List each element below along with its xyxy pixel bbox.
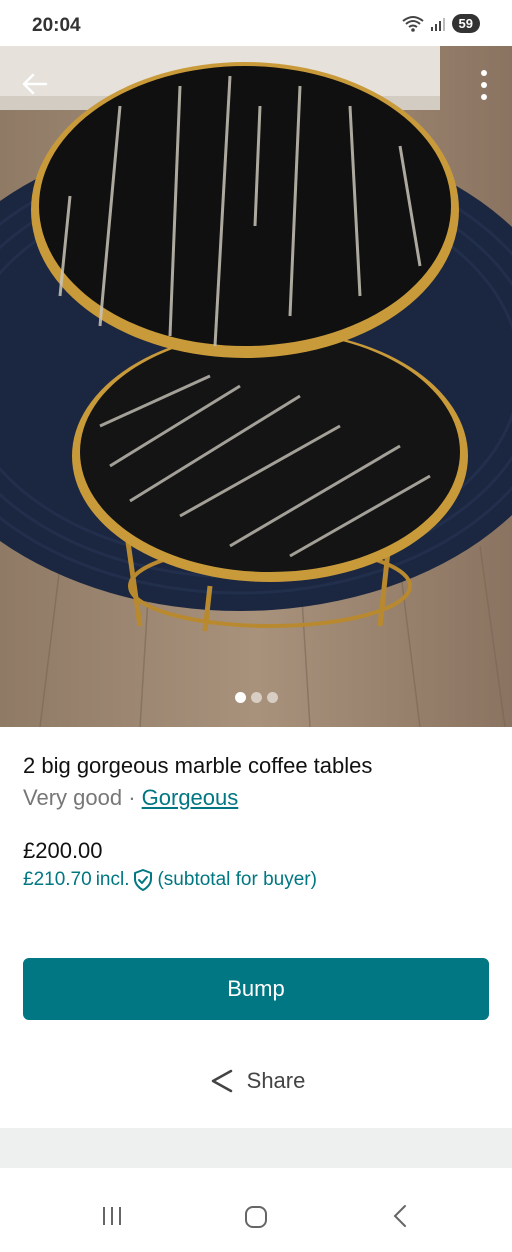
listing-title: 2 big gorgeous marble coffee tables bbox=[23, 753, 373, 778]
share-icon bbox=[211, 1069, 232, 1093]
coffee-tables-image bbox=[0, 46, 512, 727]
buyer-price-line[interactable]: £210.70 incl. (subtotal for buyer) bbox=[23, 869, 317, 891]
brand-link[interactable]: Gorgeous bbox=[142, 785, 239, 810]
condition-label: Very good bbox=[23, 785, 123, 810]
back-nav-icon[interactable] bbox=[388, 1204, 412, 1228]
buyer-price: £210.70 bbox=[23, 869, 92, 890]
status-bar: 20:04 59 bbox=[0, 0, 512, 46]
buyer-incl: incl. bbox=[95, 869, 130, 890]
carousel-dot[interactable] bbox=[234, 692, 246, 703]
more-vert-icon[interactable] bbox=[476, 68, 492, 102]
carousel-indicator bbox=[0, 692, 512, 703]
share-label: Share bbox=[246, 1068, 306, 1093]
status-time: 20:04 bbox=[32, 15, 81, 36]
share-button[interactable]: Share bbox=[0, 1066, 512, 1096]
battery-badge: 59 bbox=[451, 14, 480, 33]
bump-button[interactable]: Bump bbox=[23, 958, 489, 1020]
listing-price: £200.00 bbox=[23, 838, 103, 863]
carousel-dot[interactable] bbox=[266, 692, 278, 703]
home-icon[interactable] bbox=[243, 1204, 269, 1230]
system-nav-bar bbox=[0, 1168, 512, 1252]
recent-apps-icon[interactable] bbox=[100, 1204, 124, 1228]
buyer-note: (subtotal for buyer) bbox=[157, 869, 317, 890]
listing-photo[interactable] bbox=[0, 46, 512, 727]
listing-condition-line: Very good · Gorgeous bbox=[23, 785, 238, 811]
status-icons: 59 bbox=[401, 14, 480, 33]
back-arrow-icon[interactable] bbox=[18, 68, 50, 100]
section-divider bbox=[0, 1128, 512, 1168]
wifi-icon bbox=[401, 15, 424, 32]
separator: · bbox=[122, 785, 142, 810]
carousel-dot[interactable] bbox=[250, 692, 262, 703]
shield-check-icon bbox=[134, 869, 153, 891]
signal-icon bbox=[430, 17, 445, 31]
